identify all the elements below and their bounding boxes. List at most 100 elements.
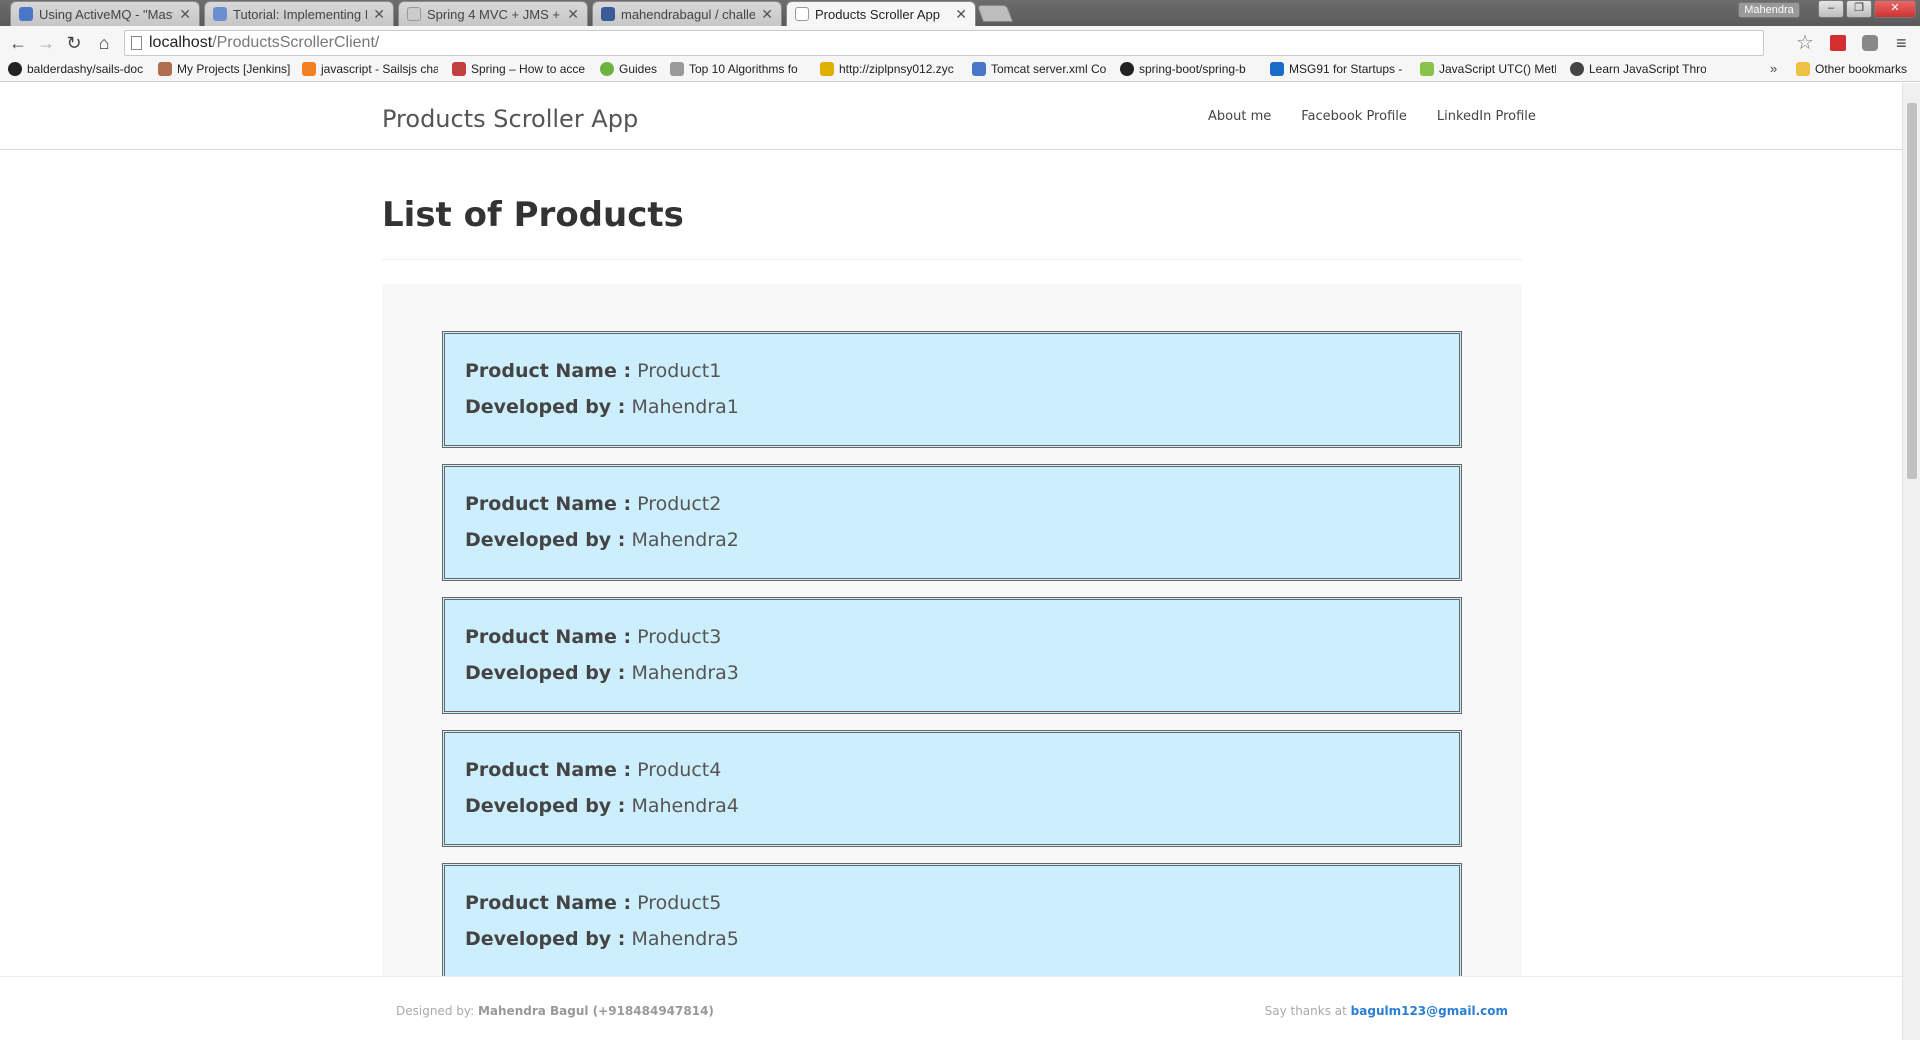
tab-label: Tutorial: Implementing In [233,6,368,22]
bookmark-label: balderdashy/sails-doc [27,62,144,76]
bookmark-label: javascript - Sailsjs cha [321,62,438,76]
bookmark-label: spring-boot/spring-b [1139,62,1246,76]
tab-favicon-icon [795,7,809,21]
bookmark-label: My Projects [Jenkins] [177,62,290,76]
site-icon [820,62,834,76]
bookmark-label: Guides [619,62,658,76]
bookmark-item[interactable]: Tomcat server.xml Co [972,62,1106,76]
bookmark-item[interactable]: spring-boot/spring-b [1120,62,1256,76]
minimize-icon[interactable]: – [1818,0,1844,18]
brand-link[interactable]: Products Scroller App [382,105,638,133]
bookmark-star-icon[interactable]: ☆ [1796,30,1814,55]
window-controls: – ❐ ✕ [1818,0,1916,18]
developer-label: Developed by : [465,795,626,817]
extension-icon[interactable] [1862,35,1878,51]
nav-link-about-me[interactable]: About me [1208,109,1271,124]
github-icon [8,62,22,76]
tab-close-icon[interactable]: ✕ [955,6,967,23]
bookmark-item[interactable]: javascript - Sailsjs cha [302,62,438,76]
page-title: List of Products [382,195,684,235]
menu-icon[interactable]: ≡ [1896,33,1907,54]
developer-label: Developed by : [465,396,626,418]
developer-name: Mahendra4 [631,795,739,817]
tab-close-icon[interactable]: ✕ [567,6,579,23]
browser-tab[interactable]: Using ActiveMQ - "Maste ✕ [10,1,200,26]
developer-name: Mahendra5 [631,928,739,950]
url-host: localhost [149,34,213,51]
developer-name: Mahendra1 [631,396,739,418]
bookmark-item[interactable]: My Projects [Jenkins] [158,62,290,76]
tab-favicon-icon [19,7,33,21]
product-card: Product Name : Product1 Developed by : M… [442,331,1462,448]
forward-arrow-icon[interactable]: → [34,31,58,55]
globe-icon [1570,62,1584,76]
page-scrollbar[interactable] [1902,83,1920,1040]
bookmark-item[interactable]: Learn JavaScript Thro [1570,62,1706,76]
browser-tab-strip: Using ActiveMQ - "Maste ✕ Tutorial: Impl… [0,0,1920,26]
page-icon [131,36,142,50]
site-icon [1270,62,1284,76]
stackoverflow-icon [302,62,316,76]
tab-close-icon[interactable]: ✕ [179,6,191,23]
bookmark-label: Spring – How to acce [471,62,586,76]
profile-badge[interactable]: Mahendra [1738,2,1800,18]
bookmarks-overflow-button[interactable]: » [1770,61,1777,76]
tab-favicon-icon [213,7,227,21]
browser-toolbar: ← → ↻ ⌂ localhost/ProductsScrollerClient… [0,26,1920,59]
bookmark-item[interactable]: Top 10 Algorithms fo [670,62,806,76]
nav-links: About me Facebook Profile LinkedIn Profi… [1208,109,1536,124]
browser-tab[interactable]: mahendrabagul / challeng ✕ [592,1,782,26]
address-bar[interactable]: localhost/ProductsScrollerClient/ [124,30,1764,56]
github-icon [1120,62,1134,76]
developer-label: Developed by : [465,928,626,950]
developer-label: Developed by : [465,662,626,684]
product-name-label: Product Name : [465,493,632,515]
browser-tab-active[interactable]: Products Scroller App ✕ [786,1,976,26]
site-icon [972,62,986,76]
bookmark-item[interactable]: balderdashy/sails-doc [8,62,144,76]
scrollbar-thumb[interactable] [1907,103,1917,479]
bookmark-item[interactable]: MSG91 for Startups - [1270,62,1406,76]
tab-favicon-icon [407,7,421,21]
tab-close-icon[interactable]: ✕ [761,6,773,23]
reload-icon[interactable]: ↻ [62,31,86,55]
extension-icon[interactable] [1830,35,1846,51]
product-name: Product4 [637,759,722,781]
browser-tab[interactable]: Spring 4 MVC + JMS + Ac ✕ [398,1,588,26]
designer-name: Mahendra Bagul (+918484947814) [477,1004,714,1018]
browser-tab[interactable]: Tutorial: Implementing In ✕ [204,1,394,26]
tab-favicon-icon [601,7,615,21]
thanks-label: Say thanks at [1264,1004,1347,1018]
back-arrow-icon[interactable]: ← [6,31,30,55]
bookmark-label: http://ziplpnsy012.zyc [839,62,954,76]
page-content: Products Scroller App About me Facebook … [0,83,1902,1040]
developer-name: Mahendra3 [631,662,739,684]
product-name: Product3 [637,626,722,648]
site-icon [1420,62,1434,76]
bookmark-item[interactable]: Guides [600,62,670,76]
nav-link-facebook[interactable]: Facebook Profile [1301,109,1407,124]
bookmark-label: JavaScript UTC() Meth [1439,62,1556,76]
products-list[interactable]: Product Name : Product1 Developed by : M… [382,284,1522,1040]
title-divider [382,259,1522,260]
product-name: Product5 [637,892,722,914]
nav-link-linkedin[interactable]: LinkedIn Profile [1437,109,1536,124]
email-link[interactable]: bagulm123@gmail.com [1351,1004,1508,1018]
tab-close-icon[interactable]: ✕ [373,6,385,23]
other-bookmarks[interactable]: Other bookmarks [1796,62,1920,76]
bookmark-label: Tomcat server.xml Co [991,62,1106,76]
product-name-label: Product Name : [465,360,632,382]
new-tab-button[interactable] [976,5,1014,22]
home-icon[interactable]: ⌂ [92,31,116,55]
bookmark-item[interactable]: http://ziplpnsy012.zyc [820,62,960,76]
bookmark-item[interactable]: JavaScript UTC() Meth [1420,62,1556,76]
footer: Designed by: Mahendra Bagul (+9184849478… [0,976,1902,1040]
footer-thanks: Say thanks at bagulm123@gmail.com [1265,1004,1508,1018]
designed-by-label: Designed by: [396,1004,475,1018]
bookmark-label: Learn JavaScript Thro [1589,62,1706,76]
product-card: Product Name : Product5 Developed by : M… [442,863,1462,980]
close-window-icon[interactable]: ✕ [1874,0,1916,18]
bookmark-item[interactable]: Spring – How to acce [452,62,588,76]
restore-icon[interactable]: ❐ [1846,0,1872,18]
product-name: Product2 [637,493,722,515]
